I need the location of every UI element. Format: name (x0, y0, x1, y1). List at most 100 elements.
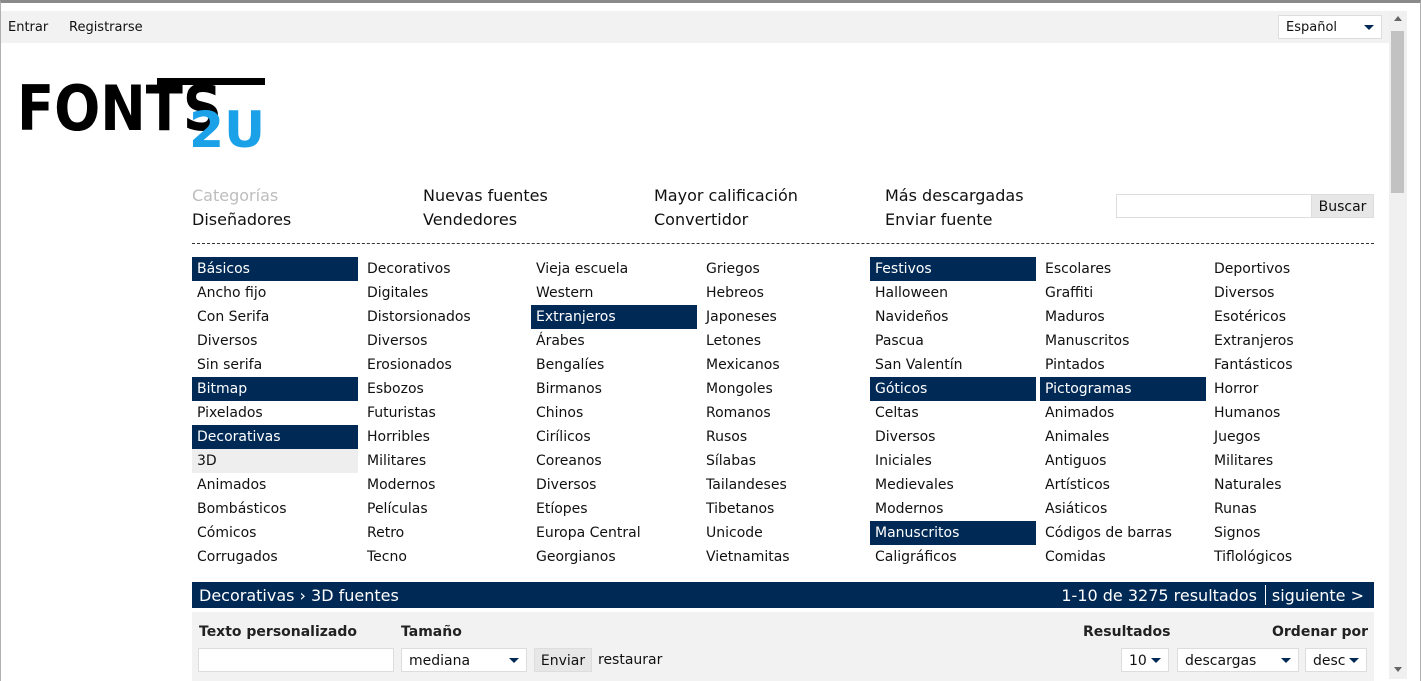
category-link[interactable]: Códigos de barras (1040, 521, 1206, 545)
category-link[interactable]: Cómicos (192, 521, 358, 545)
category-link[interactable]: Mongoles (701, 377, 867, 401)
nav-categories[interactable]: Categorías (192, 186, 278, 205)
scroll-up-arrow-icon[interactable] (1394, 16, 1402, 21)
category-link[interactable]: Distorsionados (362, 305, 528, 329)
category-link[interactable]: Signos (1209, 521, 1375, 545)
category-link[interactable]: Animados (1040, 401, 1206, 425)
nav-designers[interactable]: Diseñadores (192, 210, 291, 229)
category-group-header[interactable]: Bitmap (192, 377, 358, 401)
results-per-page-select[interactable]: 10 (1121, 648, 1169, 672)
nav-vendors[interactable]: Vendedores (423, 210, 517, 229)
category-link[interactable]: Mexicanos (701, 353, 867, 377)
category-link[interactable]: Diversos (362, 329, 528, 353)
category-link[interactable]: Sílabas (701, 449, 867, 473)
category-link[interactable]: Tecno (362, 545, 528, 569)
category-link[interactable]: Vietnamitas (701, 545, 867, 569)
category-link[interactable]: Modernos (362, 473, 528, 497)
category-link[interactable]: Romanos (701, 401, 867, 425)
category-link[interactable]: Europa Central (531, 521, 697, 545)
category-link[interactable]: Maduros (1040, 305, 1206, 329)
category-link[interactable]: San Valentín (870, 353, 1036, 377)
register-link[interactable]: Registrarse (69, 20, 143, 35)
category-group-header[interactable]: Pictogramas (1040, 377, 1206, 401)
scrollbar-thumb[interactable] (1391, 31, 1404, 193)
category-link[interactable]: Diversos (531, 473, 697, 497)
category-link[interactable]: Medievales (870, 473, 1036, 497)
category-link[interactable]: Griegos (701, 257, 867, 281)
nav-most-downloaded[interactable]: Más descargadas (885, 186, 1024, 205)
order-direction-select[interactable]: desc (1305, 648, 1367, 672)
category-link[interactable]: Caligráficos (870, 545, 1036, 569)
category-link[interactable]: Western (531, 281, 697, 305)
scroll-down-arrow-icon[interactable] (1394, 667, 1402, 672)
custom-text-input[interactable] (198, 648, 394, 672)
next-page-link[interactable]: siguiente > (1272, 586, 1364, 605)
order-by-select[interactable]: descargas (1177, 648, 1299, 672)
category-group-header[interactable]: Góticos (870, 377, 1036, 401)
size-select[interactable]: mediana (401, 648, 527, 672)
category-link[interactable]: Vieja escuela (531, 257, 697, 281)
category-link[interactable]: Modernos (870, 497, 1036, 521)
category-link[interactable]: Diversos (1209, 281, 1375, 305)
category-link[interactable]: Tibetanos (701, 497, 867, 521)
category-link[interactable]: Comidas (1040, 545, 1206, 569)
category-link[interactable]: Manuscritos (1040, 329, 1206, 353)
category-link[interactable]: Pascua (870, 329, 1036, 353)
category-link[interactable]: Cirílicos (531, 425, 697, 449)
language-select[interactable]: Español (1278, 15, 1382, 39)
category-link[interactable]: Unicode (701, 521, 867, 545)
search-button[interactable]: Buscar (1311, 194, 1374, 218)
category-link[interactable]: Runas (1209, 497, 1375, 521)
category-link[interactable]: Erosionados (362, 353, 528, 377)
category-link[interactable]: Naturales (1209, 473, 1375, 497)
category-link[interactable]: Birmanos (531, 377, 697, 401)
category-link[interactable]: Escolares (1040, 257, 1206, 281)
category-group-header[interactable]: Manuscritos (870, 521, 1036, 545)
category-link[interactable]: Diversos (870, 425, 1036, 449)
category-link[interactable]: Iniciales (870, 449, 1036, 473)
category-link[interactable]: Hebreos (701, 281, 867, 305)
category-link[interactable]: Con Serifa (192, 305, 358, 329)
send-button[interactable]: Enviar (534, 648, 592, 672)
category-link[interactable]: Digitales (362, 281, 528, 305)
category-link[interactable]: 3D (192, 449, 358, 473)
category-link[interactable]: Georgianos (531, 545, 697, 569)
category-group-header[interactable]: Extranjeros (531, 305, 697, 329)
category-link[interactable]: Celtas (870, 401, 1036, 425)
category-link[interactable]: Antiguos (1040, 449, 1206, 473)
category-link[interactable]: Decorativos (362, 257, 528, 281)
category-link[interactable]: Horror (1209, 377, 1375, 401)
category-link[interactable]: Coreanos (531, 449, 697, 473)
category-link[interactable]: Diversos (192, 329, 358, 353)
category-link[interactable]: Etíopes (531, 497, 697, 521)
category-link[interactable]: Corrugados (192, 545, 358, 569)
category-link[interactable]: Pintados (1040, 353, 1206, 377)
site-logo[interactable]: FONTS 2U (17, 72, 267, 152)
category-group-header[interactable]: Decorativas (192, 425, 358, 449)
category-link[interactable]: Militares (362, 449, 528, 473)
category-link[interactable]: Esotéricos (1209, 305, 1375, 329)
category-link[interactable]: Bombásticos (192, 497, 358, 521)
category-link[interactable]: Letones (701, 329, 867, 353)
category-link[interactable]: Rusos (701, 425, 867, 449)
category-link[interactable]: Navideños (870, 305, 1036, 329)
category-link[interactable]: Árabes (531, 329, 697, 353)
category-link[interactable]: Películas (362, 497, 528, 521)
category-link[interactable]: Japoneses (701, 305, 867, 329)
reset-link[interactable]: restaurar (598, 652, 662, 668)
page-scrollbar[interactable] (1389, 11, 1407, 679)
nav-top-rated[interactable]: Mayor calificación (654, 186, 798, 205)
category-link[interactable]: Chinos (531, 401, 697, 425)
category-link[interactable]: Halloween (870, 281, 1036, 305)
category-link[interactable]: Tiflológicos (1209, 545, 1375, 569)
category-link[interactable]: Juegos (1209, 425, 1375, 449)
category-link[interactable]: Asiáticos (1040, 497, 1206, 521)
category-link[interactable]: Deportivos (1209, 257, 1375, 281)
category-link[interactable]: Animales (1040, 425, 1206, 449)
category-group-header[interactable]: Básicos (192, 257, 358, 281)
nav-converter[interactable]: Convertidor (654, 210, 748, 229)
category-link[interactable]: Animados (192, 473, 358, 497)
category-link[interactable]: Fantásticos (1209, 353, 1375, 377)
category-link[interactable]: Futuristas (362, 401, 528, 425)
category-link[interactable]: Horribles (362, 425, 528, 449)
